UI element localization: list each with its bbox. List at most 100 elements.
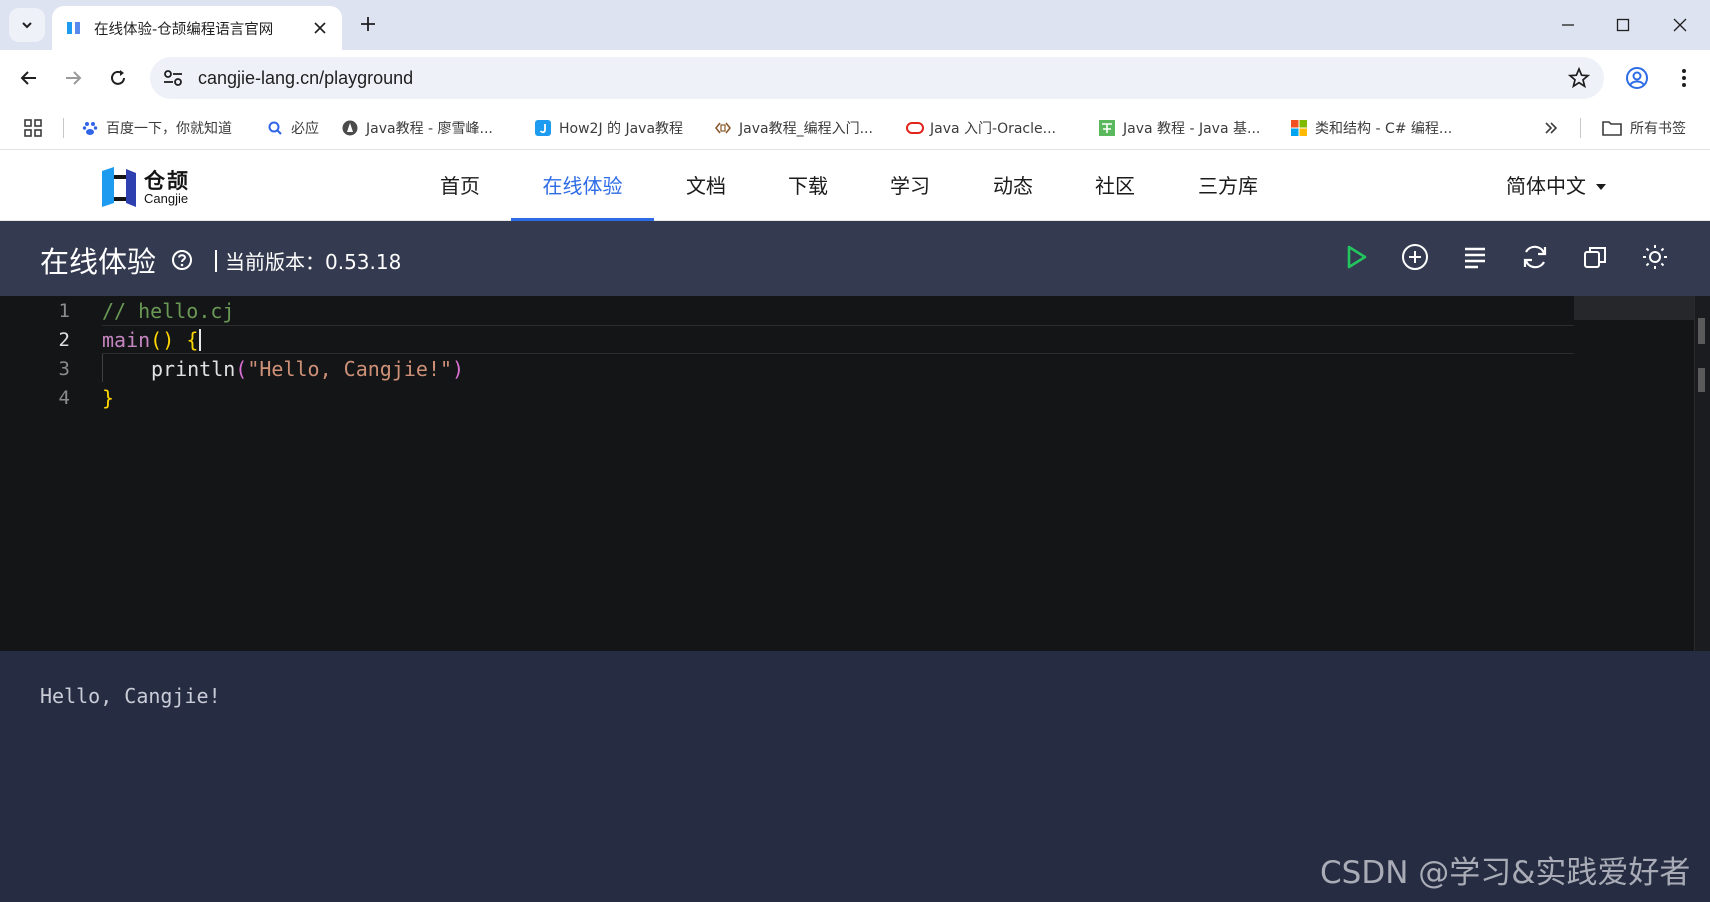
refresh-icon [1523,245,1547,269]
baidu-paw-icon [82,120,98,136]
nav-learn[interactable]: 学习 [870,151,950,221]
text-cursor [199,329,201,351]
code-main-parens: () [150,328,175,352]
code-open-paren: ( [235,357,248,381]
editor-minimap[interactable] [1574,296,1694,320]
copy-icon [1584,247,1606,268]
plus-icon [361,17,375,31]
bookmarks-bar: 百度一下，你就知道 必应 Java教程 - 廖雪峰... How2J 的 Jav… [0,106,1710,150]
code-string: "Hello, Cangjie!" [247,357,453,381]
all-bookmarks-button[interactable]: 所有书签 [1602,106,1686,150]
more-bookmarks-button[interactable] [1543,106,1559,150]
code-line-1[interactable]: // hello.cj [102,299,234,323]
maximize-button[interactable] [1603,8,1643,42]
close-icon [314,22,326,34]
cangjie-favicon-icon [66,20,82,36]
nav-download[interactable]: 下载 [768,151,848,221]
back-button[interactable] [13,62,45,94]
bookmark-label: How2J 的 Java教程 [559,121,684,137]
window-close-button[interactable] [1660,8,1700,42]
code-open-brace: { [186,328,199,352]
bookmark-baidu[interactable]: 百度一下，你就知道 [82,106,232,150]
theme-sun-icon [1643,245,1667,269]
run-button[interactable] [1340,241,1372,273]
current-line-highlight [102,325,1574,354]
new-file-button[interactable] [1399,241,1431,273]
browser-tab-strip: 在线体验-仓颉编程语言官网 [0,0,1710,50]
output-text: Hello, Cangjie! [40,684,221,708]
bookmarks-divider [63,118,64,138]
format-button[interactable] [1459,241,1491,273]
chevron-down-icon [22,22,32,29]
apps-grid-icon [24,119,42,137]
bookmark-label: 类和结构 - C# 编程... [1315,121,1453,137]
tab-search-button[interactable] [9,8,45,42]
bookmark-label: Java 教程 - Java 基... [1123,121,1261,137]
star-icon[interactable] [1568,67,1590,89]
maximize-icon [1616,18,1630,32]
version-label: 当前版本： [225,250,325,274]
language-selector[interactable]: 简体中文 [1506,151,1586,221]
cangjie-logo[interactable]: 仓颉 Cangjie [100,165,200,209]
nav-home[interactable]: 首页 [420,151,500,221]
tab-close-button[interactable] [310,18,330,38]
apps-button[interactable] [24,106,42,150]
browser-toolbar: cangjie-lang.cn/playground [0,50,1710,106]
copy-button[interactable] [1579,241,1611,273]
liaoxuefeng-icon [342,120,358,136]
double-chevron-right-icon [1545,122,1558,134]
bookmark-label: Java教程_编程入门... [739,121,873,137]
scrollbar-thumb[interactable] [1698,318,1705,344]
code-editor[interactable]: 1 2 3 4 // hello.cj main() { println("He… [0,296,1710,651]
more-menu-icon[interactable] [1672,66,1696,90]
minimize-button[interactable] [1548,8,1588,42]
caret-down-icon[interactable] [1596,184,1606,190]
help-icon[interactable] [171,249,193,271]
new-tab-button[interactable] [354,10,382,38]
run-icon [1347,245,1367,269]
address-bar[interactable]: cangjie-lang.cn/playground [150,57,1604,99]
code-close-paren: ) [452,357,465,381]
nav-playground[interactable]: 在线体验 [511,151,654,221]
add-circle-icon [1402,244,1428,270]
editor-scrollbar[interactable] [1694,296,1710,651]
forward-button[interactable] [57,62,89,94]
cangjie-logo-icon [102,167,136,207]
bookmark-oracle[interactable]: Java 入门-Oracle... [906,106,1056,150]
bookmark-liaoxuefeng[interactable]: Java教程 - 廖雪峰... [342,106,493,150]
code-line-3[interactable]: println("Hello, Cangjie!") [151,357,464,381]
folder-icon [1602,120,1622,136]
code-line-4[interactable]: } [102,386,114,410]
indent-guide [102,354,103,382]
version-divider [215,250,217,272]
nav-docs[interactable]: 文档 [666,151,746,221]
line-number: 3 [58,358,70,380]
bookmark-how2j[interactable]: How2J 的 Java教程 [535,106,683,150]
logo-text-en: Cangjie [144,191,189,206]
microsoft-icon [1291,120,1307,136]
bookmark-java-tutorial[interactable]: Java教程_编程入门... [714,106,873,150]
bookmark-csharp[interactable]: 类和结构 - C# 编程... [1291,106,1452,150]
theme-toggle-button[interactable] [1639,241,1671,273]
code-main-fn: main [102,328,151,352]
code-line-2[interactable]: main() { [102,328,198,352]
format-lines-icon [1465,247,1485,269]
nav-third-party[interactable]: 三方库 [1188,151,1268,221]
bookmark-runoob[interactable]: Java 教程 - Java 基... [1099,106,1260,150]
nav-community[interactable]: 社区 [1075,151,1155,221]
oracle-icon [906,120,924,136]
profile-icon[interactable] [1625,66,1649,90]
nav-news[interactable]: 动态 [973,151,1053,221]
bookmark-label: Java教程 - 廖雪峰... [366,121,493,137]
playground-header: 在线体验 当前版本：0.53.18 [0,221,1710,296]
reset-button[interactable] [1519,241,1551,273]
reload-button[interactable] [102,62,134,94]
minimize-icon [1562,24,1574,26]
line-number: 1 [58,300,70,322]
how2j-icon [535,120,551,136]
bookmark-bing[interactable]: 必应 [267,106,319,150]
output-panel: Hello, Cangjie! CSDN @学习&实践爱好者 [0,651,1710,902]
page-title: 在线体验 [40,245,157,279]
browser-tab[interactable]: 在线体验-仓颉编程语言官网 [52,6,342,50]
site-settings-icon[interactable] [162,68,184,88]
